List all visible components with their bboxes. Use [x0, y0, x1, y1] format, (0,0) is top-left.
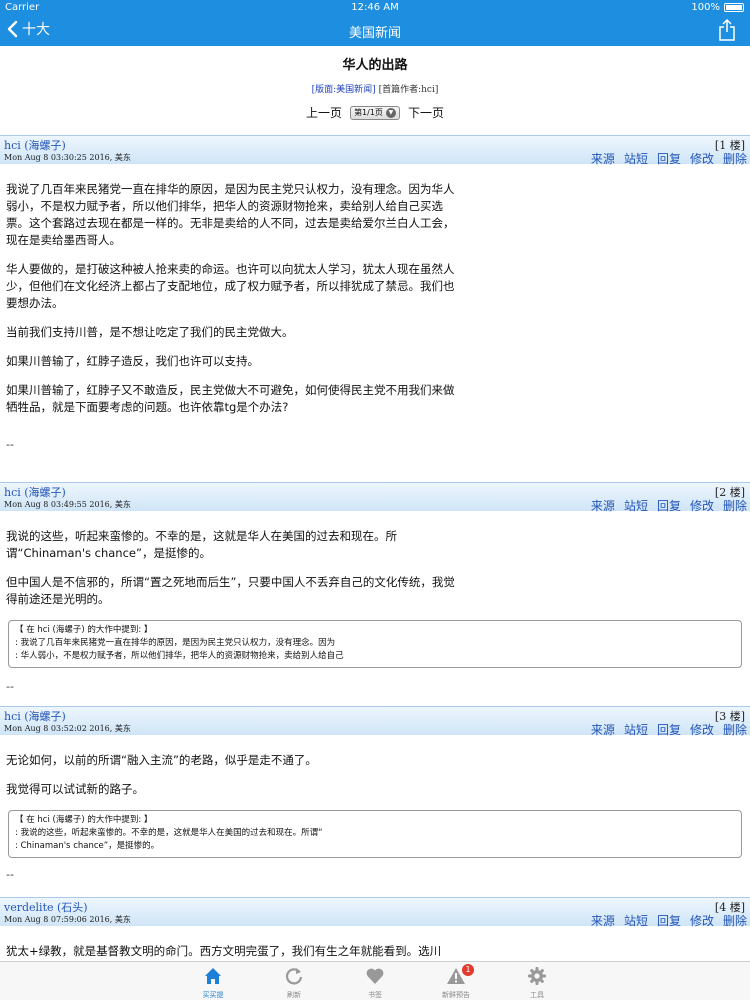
post-body: 犹太+绿教，就是基督教文明的命门。西方文明完蛋了，我们有生之年就能看到。选川 — [0, 926, 750, 960]
post-body: 我说的这些，听起来蛮惨的。不幸的是，这就是华人在美国的过去和现在。所谓“Chin… — [0, 511, 750, 608]
post-paragraph: 如果川普输了，红脖子造反，我们也许可以支持。 — [6, 354, 259, 368]
post-paragraph: 无论如何，以前的所谓“融入主流”的老路，似乎是走不通了。 — [6, 753, 317, 767]
post-paragraph: 我觉得可以试试新的路子。 — [6, 782, 144, 796]
tab-label: 书签 — [368, 991, 382, 999]
post-actions: 来源 站短 回复 修改 删除 — [591, 912, 747, 929]
post: hci (海螺子) Mon Aug 8 03:49:55 2016, 美东 [2… — [0, 482, 750, 693]
quoted-text: 【 在 hci (海螺子) 的大作中提到: 】 : 我说的这些，听起来蛮惨的。不… — [8, 810, 742, 858]
tab-label: 工具 — [530, 991, 544, 999]
pager: 上一页 第1/1页 ▼ 下一页 — [0, 104, 750, 121]
delete-button[interactable]: 删除 — [723, 497, 747, 514]
edit-button[interactable]: 修改 — [690, 912, 714, 929]
source-button[interactable]: 来源 — [591, 497, 615, 514]
post-paragraph: 如果川普输了，红脖子又不敢造反，民主党做大不可避免，如何使得民主党不用我们来做牺… — [6, 383, 455, 414]
post-paragraph: 华人要做的，是打破这种被人抢来卖的命运。也许可以向犹太人学习，犹太人现在虽然人少… — [6, 262, 455, 310]
board-link[interactable]: [版面:美国新闻] — [312, 85, 376, 95]
reply-button[interactable]: 回复 — [657, 912, 681, 929]
post-author[interactable]: hci (海螺子) — [4, 708, 66, 724]
post: hci (海螺子) Mon Aug 8 03:30:25 2016, 美东 [1… — [0, 135, 750, 451]
quote-line: : Chinaman's chance”，是挺惨的。 — [15, 841, 160, 851]
post: hci (海螺子) Mon Aug 8 03:52:02 2016, 美东 [3… — [0, 706, 750, 881]
post-paragraph: 我说了几百年来民猪党一直在排华的原因，是因为民主党只认权力，没有理念。因为华人弱… — [6, 182, 455, 247]
post-actions: 来源 站短 回复 修改 删除 — [591, 721, 747, 738]
edit-button[interactable]: 修改 — [690, 497, 714, 514]
gear-icon — [528, 967, 546, 985]
notification-badge: 1 — [462, 964, 474, 976]
nav-title: 美国新闻 — [348, 26, 401, 41]
delete-button[interactable]: 删除 — [723, 150, 747, 167]
post-author[interactable]: hci (海螺子) — [4, 137, 66, 153]
delete-button[interactable]: 删除 — [723, 721, 747, 738]
post-header: verdelite (石头) Mon Aug 8 07:59:06 2016, … — [0, 897, 750, 929]
next-page-link[interactable]: 下一页 — [408, 104, 444, 121]
quote-line: : 我说的这些，听起来蛮惨的。不幸的是，这就是华人在美国的过去和现在。所谓“ — [15, 828, 323, 838]
share-icon[interactable] — [718, 19, 736, 41]
tab-home[interactable]: 买买提 — [178, 966, 248, 1000]
tab-notifications[interactable]: 1 新鲜预告 — [421, 964, 491, 1000]
post-paragraph: 当前我们支持川普，是不想让吃定了我们的民主党做大。 — [6, 325, 294, 339]
prev-page-link[interactable]: 上一页 — [306, 104, 342, 121]
page-select-value: 第1/1页 — [354, 108, 383, 117]
post-time: Mon Aug 8 07:59:06 2016, 美东 — [4, 915, 131, 924]
chevron-down-icon: ▼ — [385, 107, 396, 118]
post-time: Mon Aug 8 03:30:25 2016, 美东 — [4, 153, 131, 162]
thread-meta: [版面:美国新闻] [首篇作者:hci] — [0, 82, 750, 95]
post-paragraph: 犹太+绿教，就是基督教文明的命门。西方文明完蛋了，我们有生之年就能看到。选川 — [6, 944, 442, 958]
post-header: hci (海螺子) Mon Aug 8 03:52:02 2016, 美东 [3… — [0, 706, 750, 738]
delete-button[interactable]: 删除 — [723, 912, 747, 929]
first-author: [首篇作者:hci] — [378, 85, 439, 95]
reply-button[interactable]: 回复 — [657, 721, 681, 738]
source-button[interactable]: 来源 — [591, 721, 615, 738]
post-paragraph: 但中国人是不信邪的，所谓“置之死地而后生”，只要中国人不丢弃自己的文化传统，我觉… — [6, 575, 455, 606]
post-signature: -- — [6, 868, 14, 881]
tab-label: 刷新 — [287, 991, 301, 999]
post-signature: -- — [6, 438, 14, 451]
message-button[interactable]: 站短 — [624, 497, 648, 514]
tab-tools[interactable]: 工具 — [502, 966, 572, 1000]
tab-label: 新鲜预告 — [442, 991, 470, 999]
tab-refresh[interactable]: 刷新 — [259, 966, 329, 1000]
clock: 12:46 AM — [351, 2, 399, 13]
thread-title: 华人的出路 — [342, 58, 408, 73]
reply-button[interactable]: 回复 — [657, 497, 681, 514]
post-body: 我说了几百年来民猪党一直在排华的原因，是因为民主党只认权力，没有理念。因为华人弱… — [0, 164, 750, 416]
post-actions: 来源 站短 回复 修改 删除 — [591, 150, 747, 167]
post-author[interactable]: hci (海螺子) — [4, 484, 66, 500]
thread-header: 华人的出路 [版面:美国新闻] [首篇作者:hci] 上一页 第1/1页 ▼ 下… — [0, 46, 750, 135]
post-signature: -- — [6, 680, 14, 693]
post-actions: 来源 站短 回复 修改 删除 — [591, 497, 747, 514]
battery-status: 100% — [691, 2, 744, 13]
source-button[interactable]: 来源 — [591, 150, 615, 167]
status-bar: Carrier 12:46 AM 100% — [0, 0, 750, 16]
quote-header: 【 在 hci (海螺子) 的大作中提到: 】 — [15, 815, 153, 825]
message-button[interactable]: 站短 — [624, 150, 648, 167]
source-button[interactable]: 来源 — [591, 912, 615, 929]
tab-bar: 买买提 刷新 书签 1 新鲜预告 工具 — [0, 961, 750, 1000]
post-header: hci (海螺子) Mon Aug 8 03:49:55 2016, 美东 [2… — [0, 482, 750, 514]
post-time: Mon Aug 8 03:52:02 2016, 美东 — [4, 724, 131, 733]
tab-label: 买买提 — [202, 991, 224, 999]
tab-bookmarks[interactable]: 书签 — [340, 966, 410, 1000]
refresh-icon — [285, 968, 303, 985]
home-icon — [205, 968, 221, 984]
quote-line: : 我说了几百年来民猪党一直在排华的原因，是因为民主党只认权力，没有理念。因为 — [15, 638, 336, 648]
navigation-bar: 十大 美国新闻 — [0, 16, 750, 46]
post-author[interactable]: verdelite (石头) — [4, 899, 88, 915]
battery-icon — [724, 3, 744, 12]
message-button[interactable]: 站短 — [624, 912, 648, 929]
edit-button[interactable]: 修改 — [690, 721, 714, 738]
battery-percent: 100% — [691, 2, 720, 13]
post-body: 无论如何，以前的所谓“融入主流”的老路，似乎是走不通了。 我觉得可以试试新的路子… — [0, 735, 750, 798]
message-button[interactable]: 站短 — [624, 721, 648, 738]
post-header: hci (海螺子) Mon Aug 8 03:30:25 2016, 美东 [1… — [0, 135, 750, 167]
post-time: Mon Aug 8 03:49:55 2016, 美东 — [4, 500, 131, 509]
quoted-text: 【 在 hci (海螺子) 的大作中提到: 】 : 我说了几百年来民猪党一直在排… — [8, 620, 742, 668]
reply-button[interactable]: 回复 — [657, 150, 681, 167]
post-paragraph: 我说的这些，听起来蛮惨的。不幸的是，这就是华人在美国的过去和现在。所谓“Chin… — [6, 529, 397, 560]
edit-button[interactable]: 修改 — [690, 150, 714, 167]
page-select[interactable]: 第1/1页 ▼ — [350, 105, 400, 120]
quote-line: : 华人弱小，不是权力赋予者，所以他们排华，把华人的资源财物抢来，卖给别人给自己 — [15, 651, 344, 661]
quote-header: 【 在 hci (海螺子) 的大作中提到: 】 — [15, 625, 153, 635]
heart-icon — [366, 968, 384, 984]
